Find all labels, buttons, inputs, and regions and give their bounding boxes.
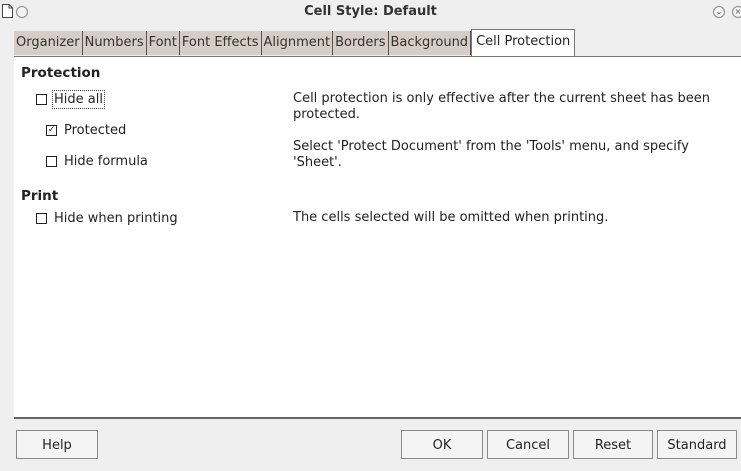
hide-when-printing-checkbox[interactable] — [36, 212, 47, 224]
tab-background[interactable]: Background — [388, 31, 472, 55]
hide-all-checkbox[interactable] — [36, 93, 47, 105]
hide-all-checkbox-row[interactable]: Hide all — [36, 89, 105, 109]
tab-font-effects[interactable]: Font Effects — [179, 31, 262, 55]
print-section-title: Print — [21, 188, 59, 204]
hide-when-printing-checkbox-row[interactable]: Hide when printing — [36, 209, 178, 227]
standard-button[interactable]: Standard — [657, 430, 737, 459]
minimize-icon[interactable]: ⌄ — [713, 6, 725, 18]
hide-formula-label: Hide formula — [64, 153, 148, 169]
tab-font[interactable]: Font — [146, 31, 180, 55]
hide-formula-checkbox-row[interactable]: Hide formula — [46, 152, 148, 170]
window-title: Cell Style: Default — [304, 4, 437, 19]
tab-cell-protection[interactable]: Cell Protection — [471, 29, 576, 56]
hide-all-label: Hide all — [52, 89, 105, 109]
protection-note-1: Cell protection is only effective after … — [293, 91, 710, 122]
ok-button[interactable]: OK — [401, 430, 483, 459]
tab-alignment[interactable]: Alignment — [261, 31, 334, 55]
protected-checkbox[interactable]: ✓ — [46, 124, 57, 136]
reset-button[interactable]: Reset — [573, 430, 653, 459]
title-bar: Cell Style: Default ⌄ × — [0, 0, 741, 24]
hide-formula-checkbox[interactable] — [46, 155, 57, 167]
tab-organizer[interactable]: Organizer — [14, 31, 83, 55]
cell-protection-panel: Protection Hide all ✓ Protected Hide for… — [14, 56, 741, 419]
help-button[interactable]: Help — [16, 430, 98, 459]
cancel-button[interactable]: Cancel — [487, 430, 569, 459]
print-note: The cells selected will be omitted when … — [293, 210, 609, 225]
tab-bar: Organizer Numbers Font Font Effects Alig… — [14, 29, 576, 56]
protected-label: Protected — [64, 122, 127, 138]
tab-borders[interactable]: Borders — [333, 31, 389, 55]
protection-note-2: Select 'Protect Document' from the 'Tool… — [293, 139, 689, 170]
close-icon[interactable]: × — [732, 6, 741, 18]
tab-numbers[interactable]: Numbers — [82, 31, 147, 55]
protected-checkbox-row[interactable]: ✓ Protected — [46, 121, 126, 139]
hide-when-printing-label: Hide when printing — [54, 210, 178, 226]
protection-section-title: Protection — [21, 65, 101, 81]
